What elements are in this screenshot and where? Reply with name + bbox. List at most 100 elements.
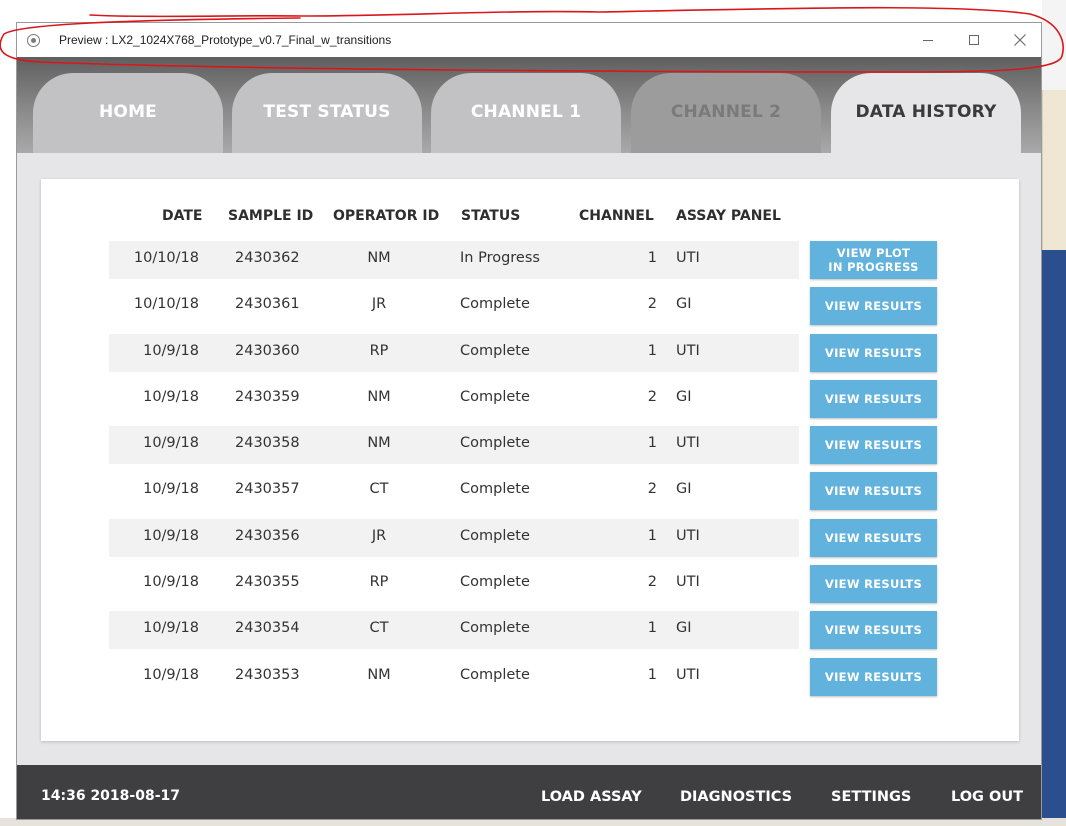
view-results-button[interactable]: VIEW RESULTS bbox=[810, 611, 937, 650]
cell-operator-id: JR bbox=[371, 296, 387, 313]
view-results-button[interactable]: VIEW RESULTS bbox=[810, 333, 937, 372]
view-results-button[interactable]: VIEW RESULTS bbox=[810, 426, 937, 465]
cell-assay-panel: UTI bbox=[676, 435, 700, 452]
row-background bbox=[109, 287, 799, 325]
diagnostics-button[interactable]: DIAGNOSTICS bbox=[680, 789, 792, 805]
cell-date: 10/9/18 bbox=[143, 481, 199, 498]
view-results-button[interactable]: VIEW RESULTS bbox=[810, 657, 937, 696]
cell-status: Complete bbox=[460, 342, 530, 359]
cell-operator-id: NM bbox=[367, 250, 391, 266]
cell-channel: 2 bbox=[647, 481, 657, 498]
cell-sample-id: 2430354 bbox=[235, 620, 300, 637]
cell-date: 10/9/18 bbox=[143, 666, 199, 683]
tab-bar: HOME TEST STATUS CHANNEL 1 CHANNEL 2 DAT… bbox=[17, 57, 1041, 153]
load-assay-button[interactable]: LOAD ASSAY bbox=[541, 789, 642, 805]
background-window-edge bbox=[1042, 90, 1066, 250]
cell-assay-panel: GI bbox=[676, 388, 692, 405]
window-title: Preview : LX2_1024X768_Prototype_v0.7_Fi… bbox=[59, 33, 392, 47]
cell-status: In Progress bbox=[460, 250, 540, 266]
table-row: 10/9/18 2430354 CT Complete 1 GI VIEW RESULTS bbox=[109, 610, 939, 656]
cell-operator-id: NM bbox=[367, 435, 391, 452]
table-row: 10/9/18 2430355 RP Complete 2 UTI VIEW RESULTS bbox=[109, 564, 939, 610]
view-plot-in-progress-button[interactable]: VIEW PLOT IN PROGRESS bbox=[810, 241, 937, 279]
table-row: 10/9/18 2430356 JR Complete 1 UTI VIEW RESULTS bbox=[109, 518, 939, 564]
tab-test-status[interactable]: TEST STATUS bbox=[232, 73, 422, 153]
cell-assay-panel: GI bbox=[676, 620, 692, 637]
cell-sample-id: 2430362 bbox=[235, 250, 300, 266]
cell-sample-id: 2430355 bbox=[235, 574, 300, 591]
column-header-operator-id: OPERATOR ID bbox=[333, 208, 440, 224]
view-results-button[interactable]: VIEW RESULTS bbox=[810, 565, 937, 604]
settings-button[interactable]: SETTINGS bbox=[831, 789, 911, 805]
cell-channel: 1 bbox=[647, 435, 657, 452]
maximize-button[interactable] bbox=[951, 23, 997, 57]
radio-app-icon[interactable] bbox=[27, 34, 40, 47]
cell-operator-id: JR bbox=[371, 527, 387, 544]
cell-channel: 1 bbox=[647, 527, 657, 544]
cell-date: 10/10/18 bbox=[133, 250, 199, 266]
cell-status: Complete bbox=[460, 666, 530, 683]
cell-date: 10/9/18 bbox=[143, 527, 199, 544]
cell-date: 10/10/18 bbox=[133, 296, 199, 313]
cell-sample-id: 2430357 bbox=[235, 481, 300, 498]
row-background bbox=[109, 472, 799, 510]
table-row: 10/9/18 2430357 CT Complete 2 GI VIEW RESULTS bbox=[109, 471, 939, 517]
table-row: 10/10/18 2430361 JR Complete 2 GI VIEW RESULTS bbox=[109, 286, 939, 332]
table-row: 10/9/18 2430358 NM Complete 1 UTI VIEW RESULTS bbox=[109, 425, 939, 471]
log-out-button[interactable]: LOG OUT bbox=[951, 789, 1023, 805]
table-row: 10/9/18 2430359 NM Complete 2 GI VIEW RESULTS bbox=[109, 379, 939, 425]
minimize-button[interactable] bbox=[905, 23, 951, 57]
cell-operator-id: RP bbox=[369, 342, 389, 359]
table-row: 10/10/18 2430362 NM In Progress 1 UTI VIEW PLO… bbox=[109, 240, 939, 286]
cell-assay-panel: GI bbox=[676, 481, 692, 498]
cell-sample-id: 2430358 bbox=[235, 435, 300, 452]
table-row: 10/9/18 2430353 NM Complete 1 UTI VIEW RESULTS bbox=[109, 657, 939, 703]
view-results-button[interactable]: VIEW RESULTS bbox=[810, 379, 937, 418]
cell-date: 10/9/18 bbox=[143, 574, 199, 591]
cell-status: Complete bbox=[460, 574, 530, 591]
cell-assay-panel: UTI bbox=[676, 527, 700, 544]
column-header-date: DATE bbox=[162, 208, 203, 224]
view-results-button[interactable]: VIEW RESULTS bbox=[810, 287, 937, 326]
cell-channel: 1 bbox=[647, 620, 657, 637]
cell-date: 10/9/18 bbox=[143, 620, 199, 637]
tab-data-history[interactable]: DATA HISTORY bbox=[831, 73, 1021, 153]
cell-status: Complete bbox=[460, 527, 530, 544]
view-results-button[interactable]: VIEW RESULTS bbox=[810, 518, 937, 557]
data-history-table: DATE SAMPLE ID OPERATOR ID STATUS CHANNE… bbox=[41, 179, 1019, 741]
cell-channel: 2 bbox=[647, 574, 657, 591]
cell-date: 10/9/18 bbox=[143, 342, 199, 359]
cell-assay-panel: UTI bbox=[676, 250, 700, 266]
row-background bbox=[109, 611, 799, 650]
cell-status: Complete bbox=[460, 388, 530, 405]
cell-status: Complete bbox=[460, 620, 530, 637]
cell-assay-panel: UTI bbox=[676, 342, 700, 359]
cell-sample-id: 2430359 bbox=[235, 388, 300, 405]
cell-date: 10/9/18 bbox=[143, 388, 199, 405]
cell-date: 10/9/18 bbox=[143, 435, 199, 452]
preview-window: Preview : LX2_1024X768_Prototype_v0.7_Fi… bbox=[16, 22, 1042, 820]
cell-status: Complete bbox=[460, 481, 530, 498]
tab-channel-1[interactable]: CHANNEL 1 bbox=[431, 73, 621, 153]
clock-datetime: 14:36 2018-08-17 bbox=[41, 788, 180, 804]
cell-sample-id: 2430356 bbox=[235, 527, 300, 544]
view-results-button[interactable]: VIEW RESULTS bbox=[810, 472, 937, 511]
cell-channel: 1 bbox=[647, 342, 657, 359]
tab-home[interactable]: HOME bbox=[33, 73, 223, 153]
cell-channel: 2 bbox=[647, 388, 657, 405]
column-header-channel: CHANNEL bbox=[579, 208, 654, 224]
cell-operator-id: NM bbox=[367, 666, 391, 683]
cell-status: Complete bbox=[460, 296, 530, 313]
tab-channel-2[interactable]: CHANNEL 2 bbox=[631, 73, 821, 153]
title-bar[interactable]: Preview : LX2_1024X768_Prototype_v0.7_Fi… bbox=[17, 23, 1041, 57]
cell-assay-panel: GI bbox=[676, 296, 692, 313]
cell-operator-id: CT bbox=[369, 620, 389, 637]
column-header-sample-id: SAMPLE ID bbox=[228, 208, 314, 224]
close-button[interactable] bbox=[997, 23, 1041, 57]
row-background bbox=[109, 380, 799, 418]
maximize-icon bbox=[969, 35, 979, 45]
cell-channel: 2 bbox=[647, 296, 657, 313]
minimize-icon bbox=[923, 39, 933, 41]
cell-sample-id: 2430353 bbox=[235, 666, 300, 683]
cell-operator-id: RP bbox=[369, 574, 389, 591]
